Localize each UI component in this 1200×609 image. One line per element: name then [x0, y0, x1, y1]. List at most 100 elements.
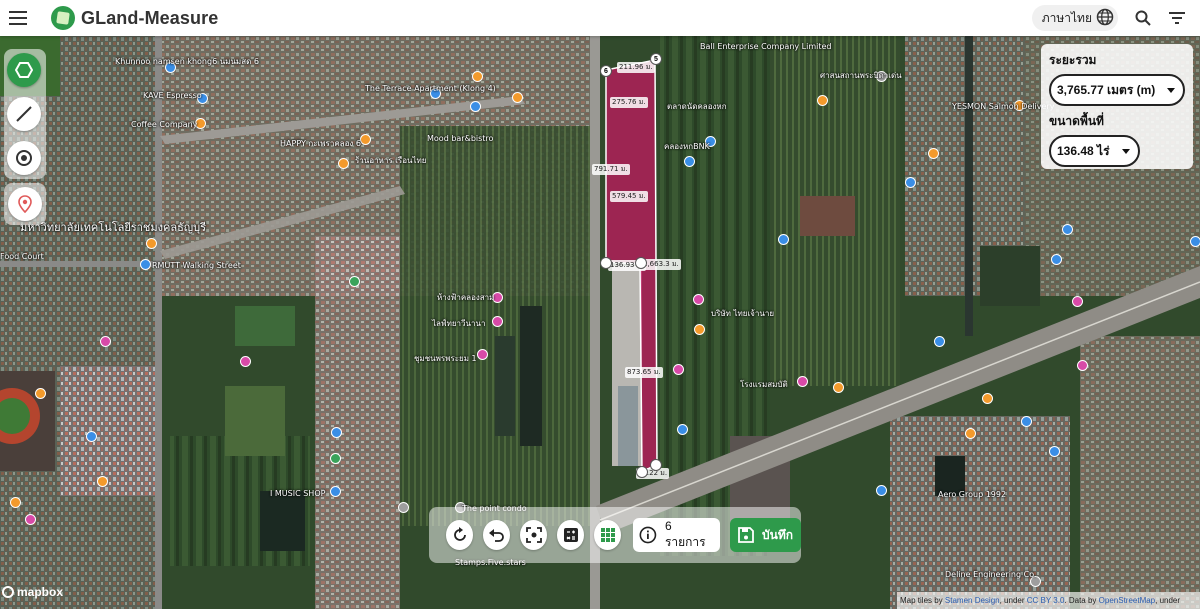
target-icon — [16, 150, 32, 166]
measure-label: 791.71 ม. — [592, 164, 630, 175]
poi-pin[interactable] — [10, 497, 21, 508]
search-icon[interactable] — [1128, 3, 1158, 33]
undo-button[interactable] — [483, 520, 511, 550]
osm-link[interactable]: OpenStreetMap — [1099, 596, 1155, 605]
poi-pin[interactable] — [331, 427, 342, 438]
bottom-toolbar: 6 รายการ บันทึก — [429, 507, 802, 563]
refresh-button[interactable] — [446, 520, 474, 550]
app-title: GLand-Measure — [81, 7, 219, 28]
marker-tool[interactable] — [8, 187, 42, 221]
poi-pin[interactable] — [86, 431, 97, 442]
map-label: Deline Engineering Co. — [945, 570, 1037, 579]
mapbox-logo[interactable]: mapbox — [2, 585, 63, 599]
map-label: Aero Group 1992 — [938, 490, 1007, 499]
poi-pin[interactable] — [349, 276, 360, 287]
poi-pin[interactable] — [1072, 296, 1083, 307]
point-tool[interactable] — [7, 141, 41, 175]
line-tool[interactable] — [7, 97, 41, 131]
vertex-marker[interactable]: 6 — [600, 65, 612, 77]
chevron-down-icon — [1167, 87, 1175, 93]
vertex-marker[interactable] — [650, 459, 662, 471]
map-label: มหาวิทยาลัยเทคโนโลยีราชมงคลธัญบุรี — [20, 221, 207, 234]
polygon-tool[interactable] — [7, 53, 41, 87]
poi-pin[interactable] — [1051, 254, 1062, 265]
vertex-marker[interactable] — [635, 257, 647, 269]
poi-pin[interactable] — [833, 382, 844, 393]
calculator-button[interactable] — [557, 520, 585, 550]
marker-tool-group — [4, 183, 46, 225]
language-switcher[interactable]: ภาษาไทย — [1031, 5, 1118, 31]
poi-pin[interactable] — [35, 388, 46, 399]
poi-pin[interactable] — [1077, 360, 1088, 371]
map-label: ตลาดนัดคลองหก — [667, 102, 727, 111]
chevron-down-icon — [1122, 148, 1130, 154]
map-label: ห้างฟ้าคลองสาม — [437, 293, 495, 302]
measure-label: 1,663.3 ม. — [641, 259, 681, 270]
stamen-link[interactable]: Stamen Design — [945, 596, 1000, 605]
poi-pin[interactable] — [398, 502, 409, 513]
poi-pin[interactable] — [934, 336, 945, 347]
poi-pin[interactable] — [360, 134, 371, 145]
poi-pin[interactable] — [965, 428, 976, 439]
ccby-link[interactable]: CC BY 3.0 — [1027, 596, 1065, 605]
vertex-marker[interactable] — [600, 257, 612, 269]
map-label: คลองหกBNK — [664, 142, 710, 151]
poi-pin[interactable] — [817, 95, 828, 106]
poi-pin[interactable] — [472, 71, 483, 82]
poi-pin[interactable] — [778, 234, 789, 245]
measure-label: 579.45 ม. — [610, 191, 648, 202]
poi-pin[interactable] — [797, 376, 808, 387]
poi-pin[interactable] — [470, 101, 481, 112]
hexagon-icon — [15, 62, 33, 78]
poi-pin[interactable] — [905, 177, 916, 188]
grid-button[interactable] — [594, 520, 622, 550]
poi-pin[interactable] — [240, 356, 251, 367]
poi-pin[interactable] — [330, 486, 341, 497]
map-label: Mood bar&bistro — [427, 134, 494, 143]
items-count-button[interactable]: 6 รายการ — [633, 518, 721, 552]
poi-pin[interactable] — [1190, 236, 1200, 247]
map-label: ร้านอาหาร เรือนไทย — [355, 156, 427, 165]
gland-logo-icon — [51, 6, 75, 30]
map-label: I MUSIC SHOP — [270, 489, 326, 498]
poi-pin[interactable] — [1049, 446, 1060, 457]
poi-pin[interactable] — [492, 316, 503, 327]
area-select[interactable]: 136.48 ไร่ — [1049, 135, 1140, 167]
poi-pin[interactable] — [97, 476, 108, 487]
grid-icon — [600, 528, 615, 542]
poi-pin[interactable] — [928, 148, 939, 159]
poi-pin[interactable] — [146, 238, 157, 249]
filter-icon[interactable] — [1162, 3, 1192, 33]
map-label: โรงแรมสมบัติ — [740, 380, 788, 389]
poi-pin[interactable] — [876, 485, 887, 496]
poi-pin[interactable] — [694, 324, 705, 335]
poi-pin[interactable] — [100, 336, 111, 347]
poi-pin[interactable] — [338, 158, 349, 169]
poi-pin[interactable] — [25, 514, 36, 525]
save-icon — [738, 527, 754, 543]
poi-pin[interactable] — [982, 393, 993, 404]
center-focus-button[interactable] — [520, 520, 548, 550]
top-app-bar: GLand-Measure ภาษาไทย — [0, 0, 1200, 36]
map-attribution: Map tiles by Stamen Design, under CC BY … — [897, 592, 1200, 609]
area-value: 136.48 ไร่ — [1057, 143, 1110, 158]
total-distance-select[interactable]: 3,765.77 เมตร (m) — [1049, 74, 1185, 106]
save-button[interactable]: บันทึก — [730, 518, 802, 552]
poi-pin[interactable] — [477, 349, 488, 360]
poi-pin[interactable] — [140, 259, 151, 270]
language-label: ภาษาไทย — [1041, 10, 1092, 25]
poi-pin[interactable] — [693, 294, 704, 305]
poi-pin[interactable] — [1062, 224, 1073, 235]
total-distance-label: ระยะรวม — [1049, 53, 1097, 67]
vertex-marker[interactable] — [636, 466, 648, 478]
poi-pin[interactable] — [677, 424, 688, 435]
attribution-text: , under — [999, 596, 1027, 605]
poi-pin[interactable] — [684, 156, 695, 167]
vertex-marker[interactable]: 5 — [650, 53, 662, 65]
measure-panel: ระยะรวม 3,765.77 เมตร (m) ขนาดพื้นที่ 13… — [1041, 44, 1193, 169]
hamburger-menu-icon[interactable] — [3, 3, 33, 33]
poi-pin[interactable] — [512, 92, 523, 103]
poi-pin[interactable] — [1021, 416, 1032, 427]
poi-pin[interactable] — [330, 453, 341, 464]
poi-pin[interactable] — [673, 364, 684, 375]
